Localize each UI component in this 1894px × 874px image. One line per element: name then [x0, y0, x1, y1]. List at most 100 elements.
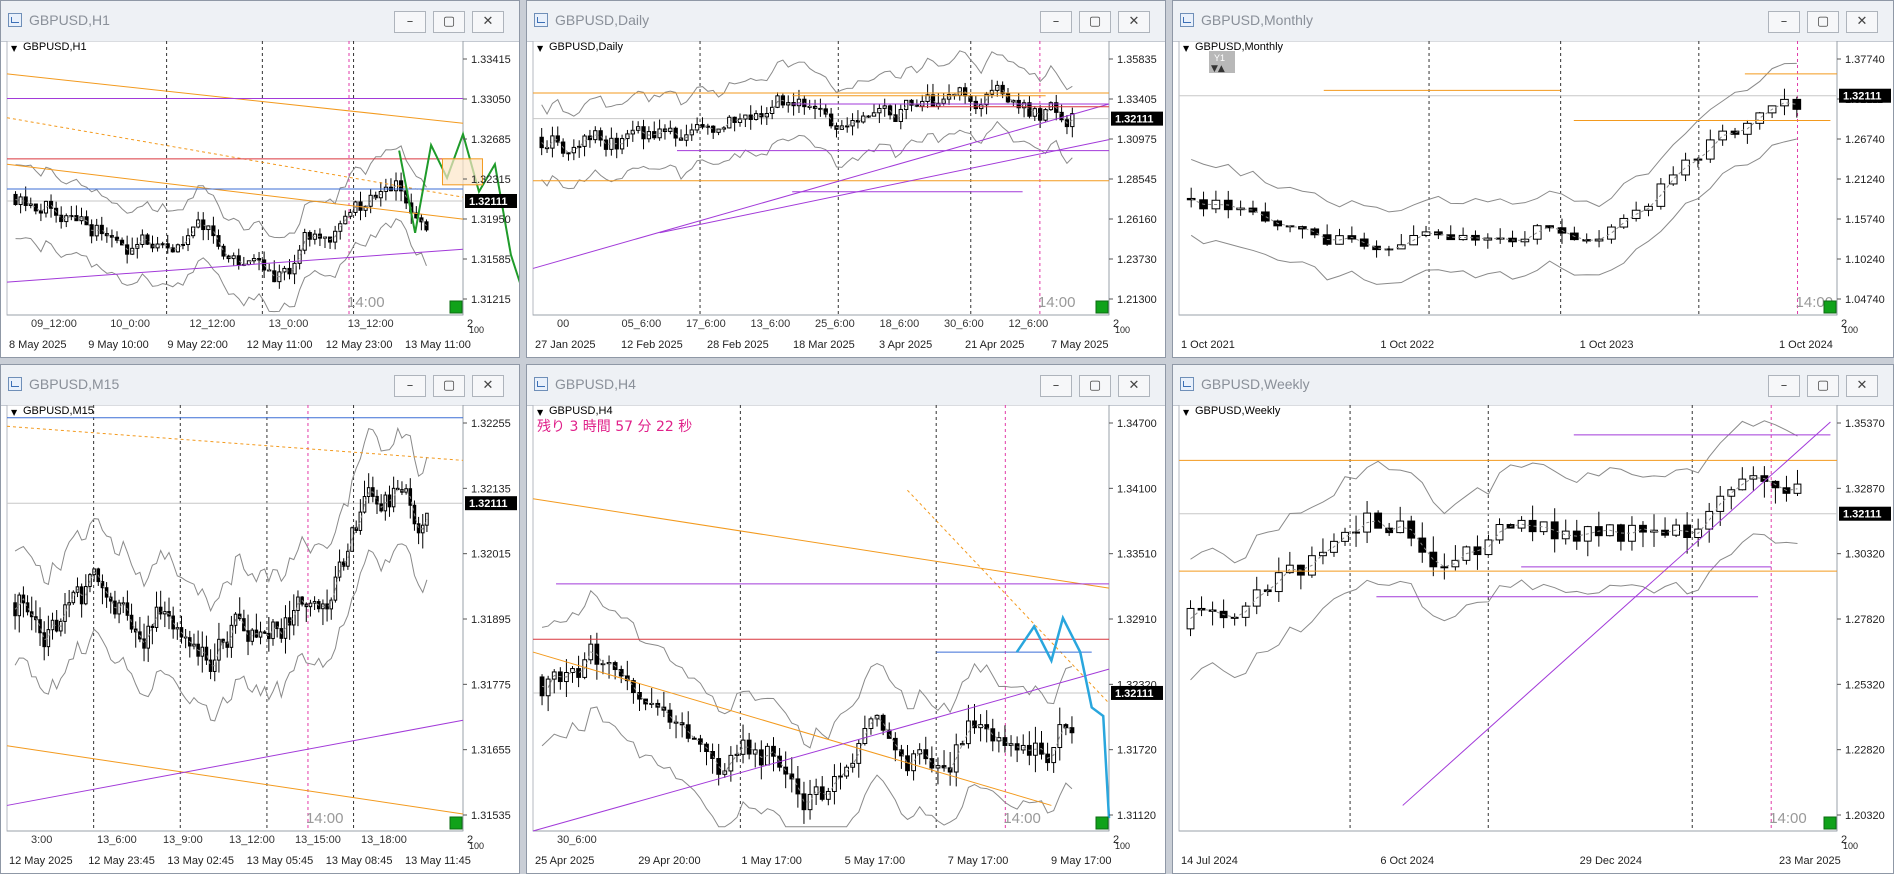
close-icon[interactable]: ✕ — [472, 375, 504, 397]
minimize-icon[interactable]: – — [1768, 375, 1800, 397]
price-chart[interactable]: 1.37740 1.32111 1.26740 1.21240 1.15740 1.102… — [1173, 41, 1893, 357]
window-titlebar[interactable]: GBPUSD,H4 – ▢ ✕ — [527, 365, 1165, 406]
price-axis-label: 1.30975 — [1117, 134, 1157, 146]
session-time-watermark: 14:00 — [306, 810, 344, 827]
price-chart[interactable]: 1.347001.341001.335101.329101.323201.317… — [527, 405, 1165, 873]
autoscroll-marker-icon[interactable] — [1095, 300, 1109, 314]
time-axis-label: 23 Mar 2025 — [1779, 855, 1841, 867]
time-axis-label: 1 Oct 2024 — [1779, 339, 1833, 351]
price-chart[interactable]: 1.32255 1.32135 1.32015 1.31895 1.31775 1.316… — [1, 405, 519, 873]
maximize-icon[interactable]: ▢ — [433, 375, 465, 397]
price-axis-label: 1.31215 — [471, 294, 511, 306]
chart-window-weekly[interactable]: GBPUSD,Weekly – ▢ ✕ 1.35370 1.32870 1.3032… — [1172, 364, 1894, 874]
window-titlebar[interactable]: GBPUSD,Monthly – ▢ ✕ — [1173, 1, 1893, 42]
maximize-icon[interactable]: ▢ — [1807, 375, 1839, 397]
chart-window-daily[interactable]: GBPUSD,Daily – ▢ ✕ 1.35835 1.33405 1.30975… — [526, 0, 1166, 358]
autoscroll-marker-icon[interactable] — [1095, 816, 1109, 830]
time-axis-label: 12 May 23:00 — [326, 339, 393, 351]
current-price-tag: 1.32111 — [465, 496, 517, 511]
chart-window-icon — [1180, 377, 1194, 391]
session-label: 13_0:00 — [269, 318, 309, 330]
autoscroll-marker-icon[interactable] — [449, 816, 463, 830]
chart-window-h1[interactable]: GBPUSD,H1 – ▢ ✕ 1.33415 1.33050 1.32685 1.3… — [0, 0, 520, 358]
corner-label: 100 — [469, 325, 484, 335]
time-axis-label: 25 Apr 2025 — [535, 855, 594, 867]
time-axis-label: 21 Apr 2025 — [965, 339, 1024, 351]
price-axis-label: 1.32135 — [471, 483, 511, 495]
chart-menu-icon[interactable]: ▼ — [537, 408, 544, 417]
autoscroll-marker-icon[interactable] — [1823, 300, 1837, 314]
chart-plot-area[interactable]: 1.37740 1.32111 1.26740 1.21240 1.15740 1.102… — [1173, 41, 1893, 357]
window-title: GBPUSD,Daily — [555, 12, 650, 28]
chart-menu-icon[interactable]: ▼ — [11, 408, 18, 417]
chart-plot-area[interactable]: 1.33415 1.33050 1.32685 1.32315 1.31950 1.315… — [1, 41, 519, 357]
svg-text:1.32111: 1.32111 — [1843, 509, 1882, 521]
close-icon[interactable]: ✕ — [1846, 375, 1878, 397]
session-label: 09_12:00 — [31, 318, 77, 330]
minimize-icon[interactable]: – — [394, 11, 426, 33]
minimize-icon[interactable]: – — [1040, 375, 1072, 397]
close-icon[interactable]: ✕ — [472, 11, 504, 33]
current-price-tag: 1.32111 — [1839, 506, 1891, 521]
price-axis-label: 1.35835 — [1117, 54, 1157, 66]
chart-window-m15[interactable]: GBPUSD,M15 – ▢ ✕ 1.32255 1.32135 1.32015 1.… — [0, 364, 520, 874]
window-titlebar[interactable]: GBPUSD,Daily – ▢ ✕ — [527, 1, 1165, 42]
chart-menu-icon[interactable]: ▼ — [537, 44, 544, 53]
price-chart[interactable]: 1.35370 1.32870 1.30320 1.27820 1.25320 1.228… — [1173, 405, 1893, 873]
chart-plot-area[interactable]: 1.32255 1.32135 1.32015 1.31895 1.31775 1.316… — [1, 405, 519, 873]
window-titlebar[interactable]: GBPUSD,H1 – ▢ ✕ — [1, 1, 519, 42]
price-chart[interactable]: 1.35835 1.33405 1.30975 1.28545 1.26160 1.237… — [527, 41, 1165, 357]
session-label: 13_18:00 — [361, 834, 407, 846]
session-label: 13_12:00 — [229, 834, 275, 846]
minimize-icon[interactable]: – — [394, 375, 426, 397]
maximize-icon[interactable]: ▢ — [1807, 11, 1839, 33]
chart-plot-area[interactable]: 1.35835 1.33405 1.30975 1.28545 1.26160 1.237… — [527, 41, 1165, 357]
time-axis-label: 9 May 22:00 — [167, 339, 228, 351]
time-axis-label: 9 May 10:00 — [88, 339, 149, 351]
session-label: 12_6:00 — [1009, 318, 1049, 330]
minimize-icon[interactable]: – — [1768, 11, 1800, 33]
chart-window-icon — [8, 377, 22, 391]
close-icon[interactable]: ✕ — [1118, 11, 1150, 33]
price-axis-label: 1.31535 — [471, 810, 511, 822]
session-label: 13_6:00 — [751, 318, 791, 330]
session-time-watermark: 14:00 — [347, 294, 385, 311]
autoscroll-marker-icon[interactable] — [449, 300, 463, 314]
chart-plot-area[interactable]: 1.34700 1.34100 1.33510 1.32910 1.32320 1.317… — [527, 405, 1165, 873]
corner-label: 100 — [469, 841, 484, 851]
chart-menu-icon[interactable]: ▼ — [11, 44, 18, 53]
chart-menu-icon[interactable]: ▼ — [1183, 408, 1190, 417]
chart-plot-area[interactable]: 1.35370 1.32870 1.30320 1.27820 1.25320 1.228… — [1173, 405, 1893, 873]
maximize-icon[interactable]: ▢ — [1079, 11, 1111, 33]
chart-menu-icon[interactable]: ▼ — [1183, 44, 1190, 53]
price-axis-label: 1.31720 — [1117, 745, 1157, 757]
zoom-badge[interactable]: Y1▼▲ — [1209, 51, 1235, 74]
chart-window-h4[interactable]: GBPUSD,H4 – ▢ ✕ 1.34700 1.34100 1.33510 1.3… — [526, 364, 1166, 874]
svg-text:1.32111: 1.32111 — [1115, 688, 1154, 700]
price-axis-label: 1.37740 — [1845, 54, 1885, 66]
price-axis-label: 1.15740 — [1845, 214, 1885, 226]
autoscroll-marker-icon[interactable] — [1823, 816, 1837, 830]
svg-text:Y1: Y1 — [1214, 53, 1225, 63]
chart-window-monthly[interactable]: GBPUSD,Monthly – ▢ ✕ 1.37740 1.32111 1.267… — [1172, 0, 1894, 358]
close-icon[interactable]: ✕ — [1118, 375, 1150, 397]
candlestick — [765, 743, 770, 766]
svg-text:1.32111: 1.32111 — [1115, 114, 1154, 126]
minimize-icon[interactable]: – — [1040, 11, 1072, 33]
window-titlebar[interactable]: GBPUSD,Weekly – ▢ ✕ — [1173, 365, 1893, 406]
svg-text:1.32111: 1.32111 — [469, 498, 508, 510]
plot-frame — [532, 405, 1110, 832]
chart-window-icon — [8, 13, 22, 27]
time-axis-label: 12 May 2025 — [9, 855, 73, 867]
price-axis-label: 1.31655 — [471, 745, 511, 757]
maximize-icon[interactable]: ▢ — [433, 11, 465, 33]
close-icon[interactable]: ✕ — [1846, 11, 1878, 33]
price-axis-label: 1.26160 — [1117, 214, 1157, 226]
window-titlebar[interactable]: GBPUSD,M15 – ▢ ✕ — [1, 365, 519, 406]
chart-symbol-label: GBPUSD,Daily — [549, 41, 623, 53]
price-axis-label: 1.27820 — [1845, 614, 1885, 626]
window-title: GBPUSD,M15 — [29, 376, 120, 392]
price-chart[interactable]: 1.33415 1.33050 1.32685 1.32315 1.31950 1.315… — [1, 41, 519, 357]
time-axis-label: 13 May 02:45 — [167, 855, 234, 867]
maximize-icon[interactable]: ▢ — [1079, 375, 1111, 397]
